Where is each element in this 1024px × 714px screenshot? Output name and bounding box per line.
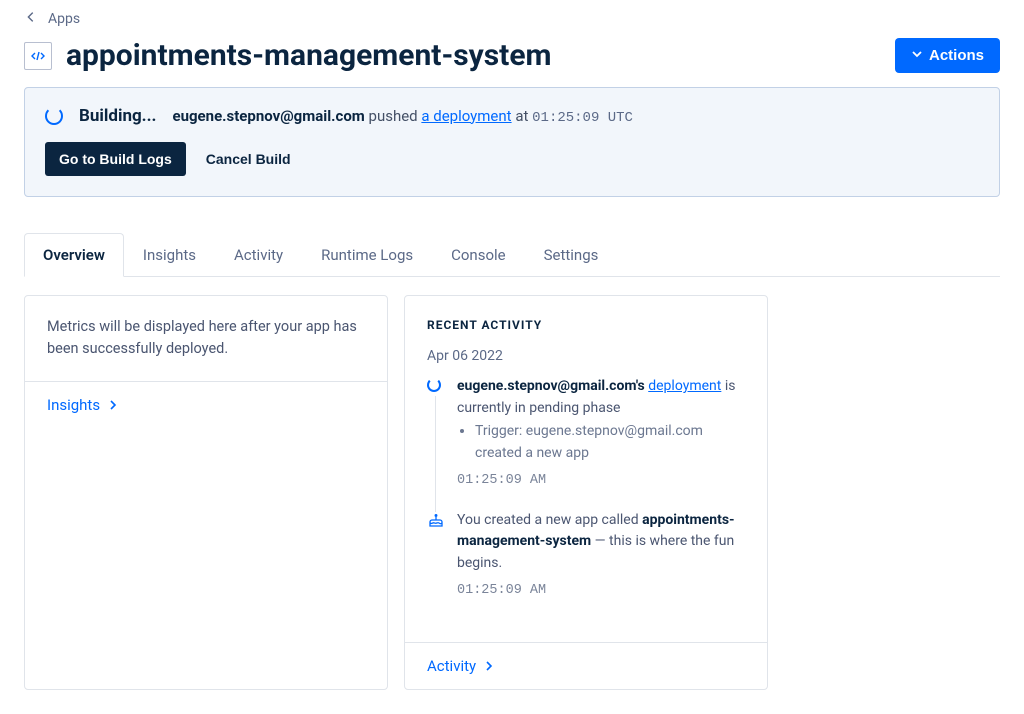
tab-insights[interactable]: Insights	[124, 233, 215, 277]
build-status-banner: Building... eugene.stepnov@gmail.com pus…	[24, 87, 1000, 197]
metrics-card-text: Metrics will be displayed here after you…	[25, 296, 387, 381]
tab-settings[interactable]: Settings	[525, 233, 618, 277]
activity-link-label: Activity	[427, 657, 476, 675]
build-summary: eugene.stepnov@gmail.com pushed a deploy…	[172, 107, 632, 126]
tab-console[interactable]: Console	[432, 233, 525, 277]
page-title: appointments-management-system	[66, 38, 552, 73]
spinner-icon	[45, 107, 63, 125]
breadcrumb-label: Apps	[48, 11, 80, 27]
metrics-card: Metrics will be displayed here after you…	[24, 295, 388, 690]
activity-time: 01:25:09 AM	[457, 471, 745, 492]
activity-item-deployment: eugene.stepnov@gmail.com's deployment is…	[427, 376, 745, 510]
actions-button[interactable]: Actions	[895, 38, 1000, 73]
build-status-text: Building...	[79, 106, 156, 126]
activity-link[interactable]: Activity	[427, 657, 745, 675]
recent-activity-title: RECENT ACTIVITY	[405, 296, 767, 342]
activity-time: 01:25:09 AM	[457, 581, 745, 602]
breadcrumb[interactable]: Apps	[24, 8, 1000, 38]
activity-item-created: You created a new app called appointment…	[427, 510, 745, 620]
back-arrow-icon	[24, 10, 38, 28]
recent-activity-card: RECENT ACTIVITY Apr 06 2022 eugene.stepn…	[404, 295, 768, 690]
tab-activity[interactable]: Activity	[215, 233, 302, 277]
deployment-link[interactable]: a deployment	[421, 107, 511, 125]
tabs: Overview Insights Activity Runtime Logs …	[24, 233, 1000, 277]
insights-link-label: Insights	[47, 396, 100, 414]
chevron-right-icon	[108, 396, 118, 414]
spinner-icon	[427, 378, 445, 396]
cancel-build-button[interactable]: Cancel Build	[206, 151, 291, 167]
chevron-right-icon	[484, 657, 494, 675]
chevron-down-icon	[911, 47, 923, 64]
tab-overview[interactable]: Overview	[24, 233, 124, 277]
tab-runtime-logs[interactable]: Runtime Logs	[302, 233, 432, 277]
activity-date: Apr 06 2022	[405, 342, 767, 376]
insights-link[interactable]: Insights	[47, 396, 365, 414]
go-to-build-logs-button[interactable]: Go to Build Logs	[45, 142, 186, 176]
deployment-link[interactable]: deployment	[648, 378, 721, 394]
actions-button-label: Actions	[929, 47, 984, 64]
cake-icon	[427, 512, 445, 530]
app-type-icon	[24, 42, 52, 70]
